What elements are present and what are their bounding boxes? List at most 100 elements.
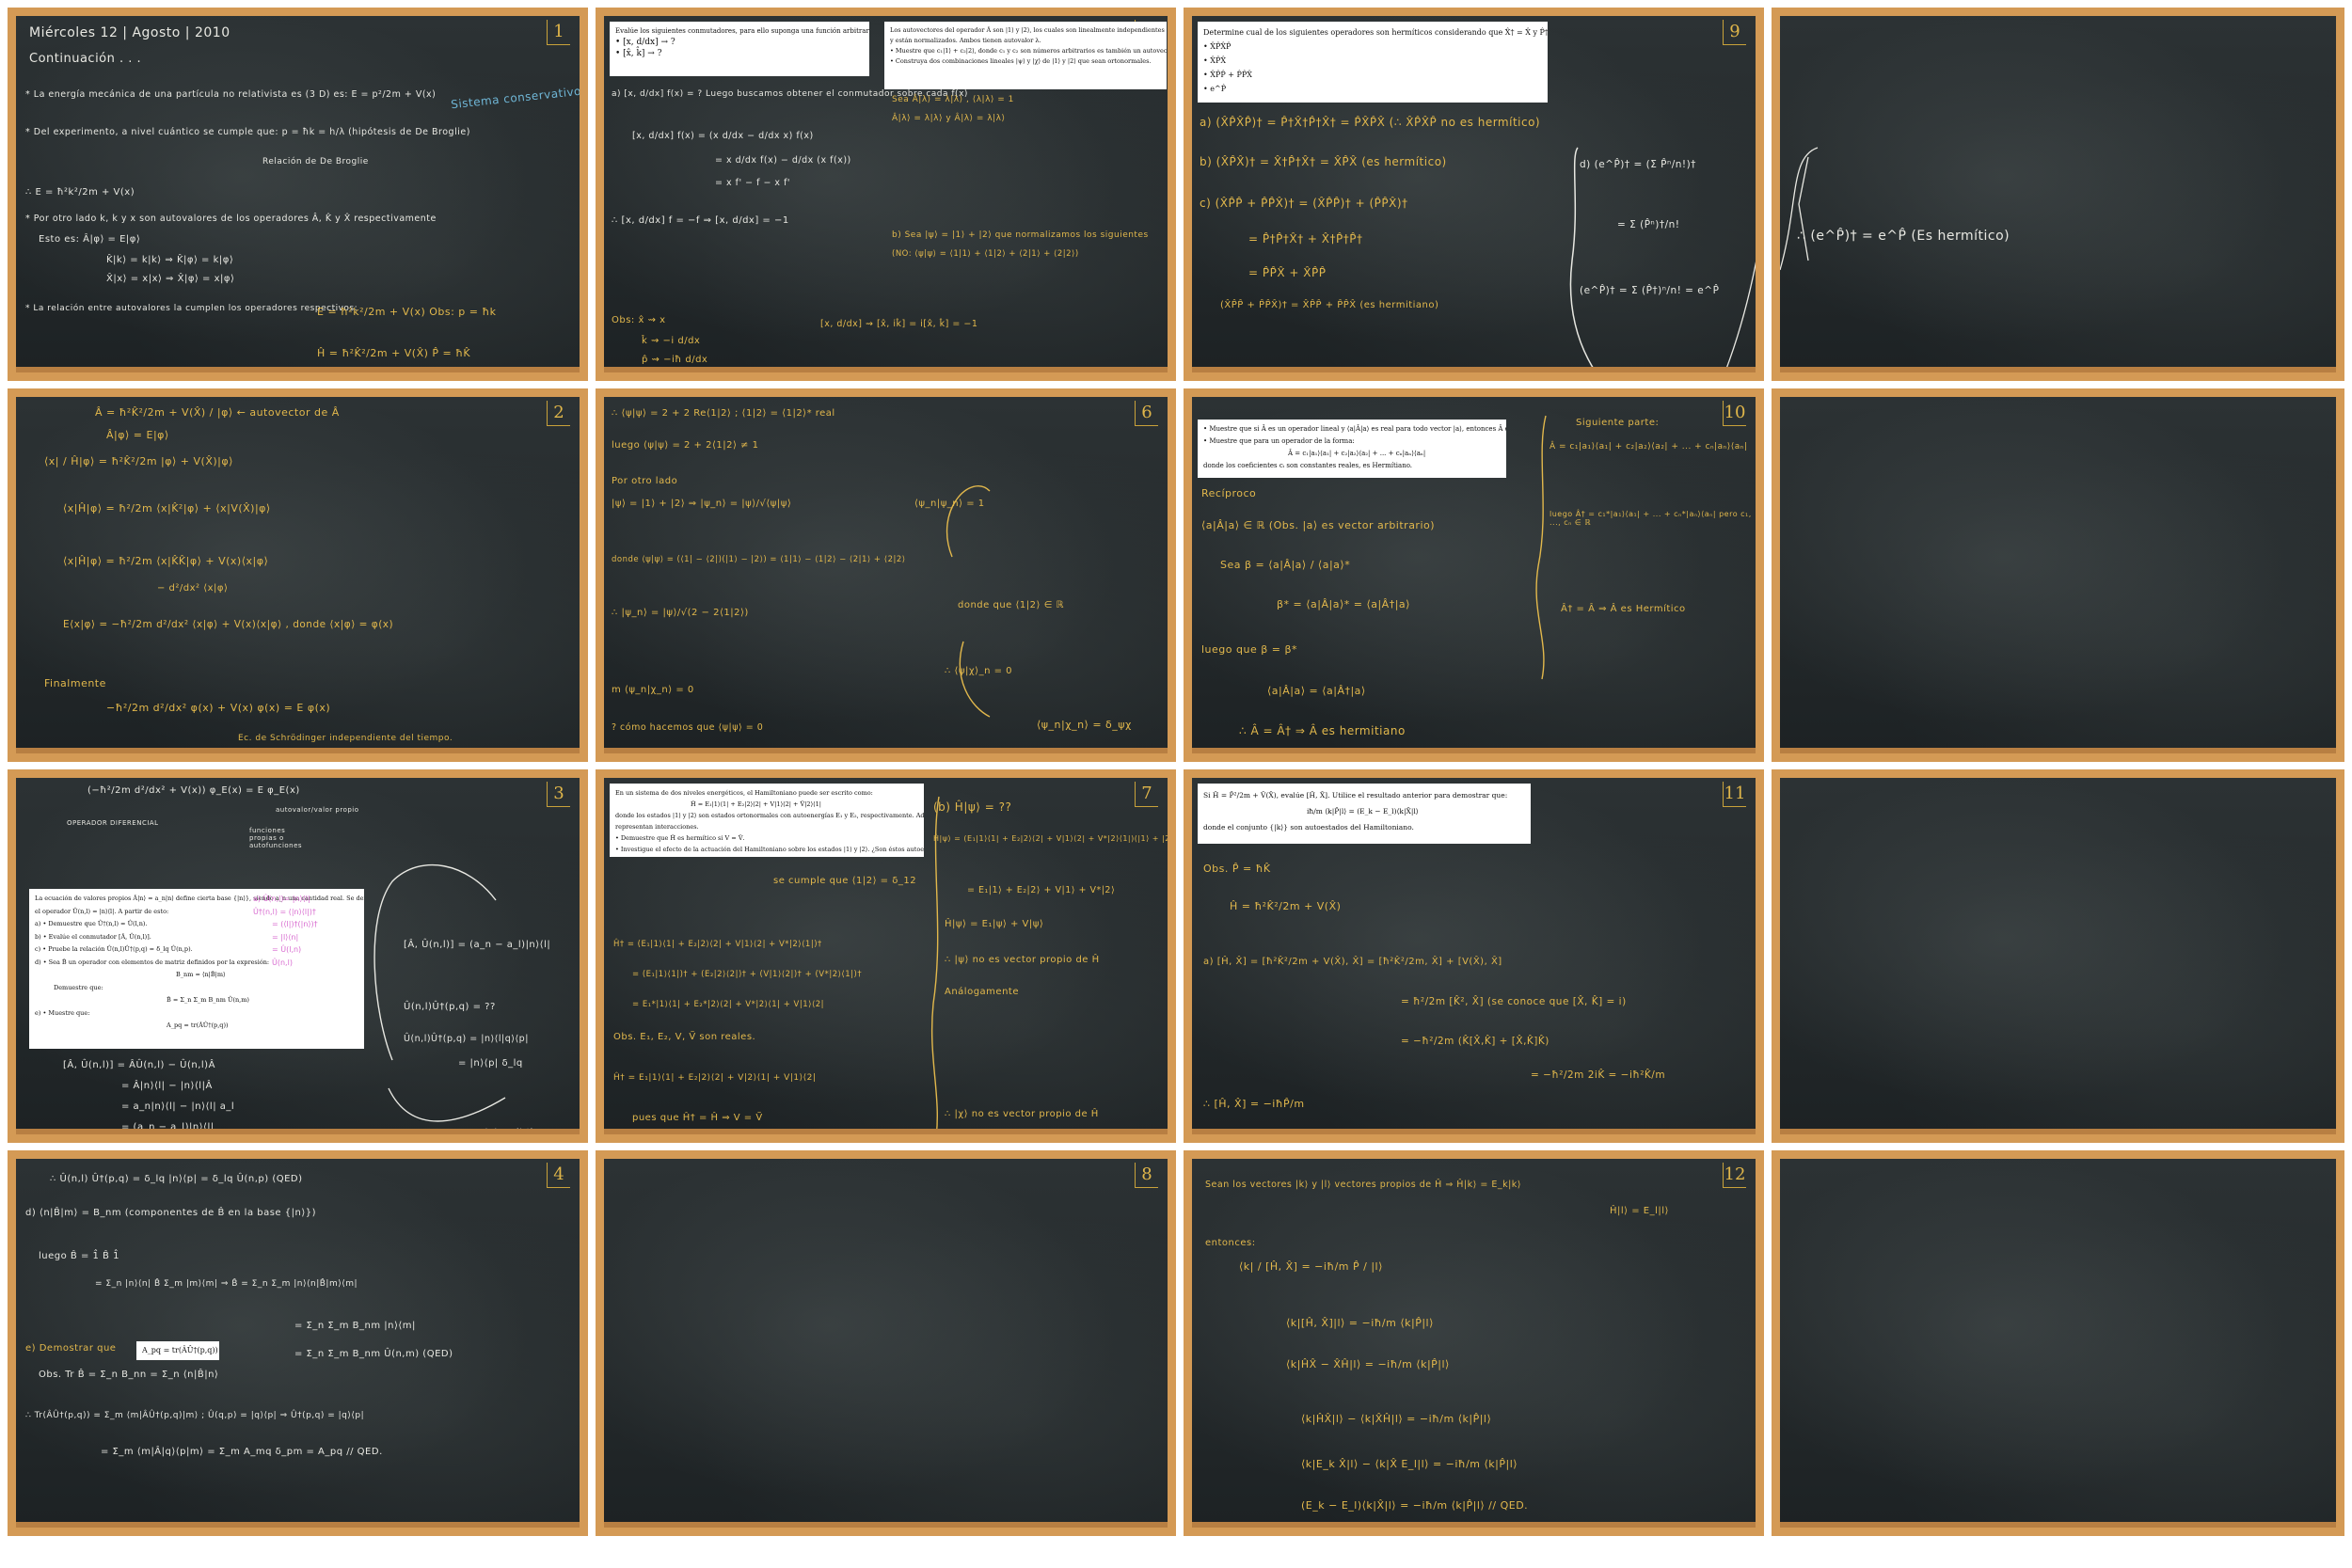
chalk-line: d) ⟨n|B̂|m⟩ = B_nm (componentes de B̂ en… <box>25 1208 316 1218</box>
exercise-text: Si Ĥ = P̂²/2m + V̂(X̂), evalúe [Ĥ, X̂]. … <box>1203 791 1508 800</box>
chalk-line: Obs. Tr B̂ = Σ_n B_nn = Σ_n ⟨n|B̂|n⟩ <box>39 1370 219 1380</box>
chalk-bracket <box>930 796 940 1134</box>
chalk-line: ⟨k|ĤX̂ − X̂Ĥ|l⟩ = −iħ/m ⟨k|P̂|l⟩ <box>1286 1358 1450 1370</box>
exercise-sheet: Evalúe los siguientes conmutadores, para… <box>610 22 869 76</box>
board-2: 2 Â = ħ²K̂²/2m + V(X̂) / |φ⟩ ← autovecto… <box>8 388 588 762</box>
chalk-line: Ĥ|l⟩ = E_l|l⟩ <box>1610 1206 1669 1216</box>
chalk-line: Obs. P̂ = ħK̂ <box>1203 863 1271 875</box>
chalk-arrow <box>373 863 506 1122</box>
board-number: 2 <box>547 401 570 426</box>
chalk-line: ∴ E = ħ²k²/2m + V(x) <box>25 187 135 198</box>
board-5: 5 Evalúe los siguientes conmutadores, pa… <box>596 8 1176 381</box>
board-3: 3 (−ħ²/2m d²/dx² + V(x)) φ_E(x) = E φ_E(… <box>8 769 588 1143</box>
board-number: 11 <box>1723 782 1746 807</box>
chalk-arrow <box>946 485 991 718</box>
chalk-line: * Del experimento, a nivel cuántico se c… <box>25 127 470 137</box>
board-15 <box>1772 769 2344 1143</box>
chalk-line: entonces: <box>1205 1238 1256 1248</box>
chalk-line: E⟨x|φ⟩ = −ħ²/2m d²/dx² ⟨x|φ⟩ + V(x)⟨x|φ⟩… <box>63 619 394 630</box>
board-4: 4 ∴ Û(n,l) Û†(p,q) = δ_lq |n⟩⟨p| = δ_lq … <box>8 1150 588 1536</box>
chalk-line: Ĥ = ħ²K̂²/2m + V(X̂) <box>1230 900 1342 912</box>
formula-text: A_pq = tr(ÂÛ†(p,q)) <box>142 1346 218 1354</box>
chalk-line: Miércoles 12 | Agosto | 2010 <box>29 25 230 40</box>
chalk-line: ∴ Tr(ÂÛ†(p,q)) = Σ_m ⟨m|ÂÛ†(p,q)|m⟩ ; Û(… <box>25 1411 365 1420</box>
chalk-line: Sistema conservativo <box>450 84 582 112</box>
exercise-text: Los autovectores del operador Â son |1⟩ … <box>890 26 1167 34</box>
chalk-line: Ec. de Schrödinger independiente del tie… <box>238 734 453 743</box>
exercise-text: y están normalizados. Ambos tienen autov… <box>890 37 1041 44</box>
exercise-text: • Construya dos combinaciones lineales |… <box>890 57 1152 65</box>
chalk-line: ∴ [x, d/dx] f = −f ⇒ [x, d/dx] = −1 <box>612 215 789 226</box>
chalk-line: a) [Ĥ, X̂] = [ħ²K̂²/2m + V(X̂), X̂] = [ħ… <box>1203 957 1502 967</box>
chalk-line: * La energía mecánica de una partícula n… <box>25 89 437 100</box>
board-8: 8 <box>596 1150 1176 1536</box>
chalk-line: = Σ_m ⟨m|Â|q⟩⟨p|m⟩ = Σ_m A_mq δ_pm = A_p… <box>101 1447 383 1457</box>
board-12: 12 Sean los vectores |k⟩ y |l⟩ vectores … <box>1184 1150 1764 1536</box>
exercise-text: • [x, d/dx] → ? <box>615 38 675 47</box>
chalk-bracket <box>1535 415 1547 680</box>
chalk-line: * La relación entre autovalores la cumpl… <box>25 304 358 313</box>
chalk-line: ∴ Û(n,l) Û†(p,q) = δ_lq |n⟩⟨p| = δ_lq Û(… <box>50 1174 303 1184</box>
chalk-line: ⟨k| / [Ĥ, X̂] = −iħ/m P̂ / |l⟩ <box>1239 1260 1383 1273</box>
chalk-line: (E_k − E_l)⟨k|X̂|l⟩ = −iħ/m ⟨k|P̂|l⟩ // … <box>1301 1499 1529 1512</box>
chalk-line: = x f' − f − x f' <box>715 178 791 188</box>
board-number: 8 <box>1135 1163 1158 1188</box>
chalk-line: pues que la base {|n⟩} es ortonormal <box>449 1128 588 1135</box>
chalk-line: = Σ_n Σ_m B_nm Û(n,m) (QED) <box>294 1349 453 1359</box>
board-16 <box>1772 1150 2344 1536</box>
chalk-line: ⟨x|Ĥ|φ⟩ = ħ²/2m ⟨x|K̂K̂|φ⟩ + V(x)⟨x|φ⟩ <box>63 555 269 567</box>
chalk-arrow <box>1780 147 1819 271</box>
chalk-line: Sea Â|λ⟩ = λ|λ⟩ , ⟨λ|λ⟩ = 1 <box>892 95 1014 104</box>
chalk-line: ⟨k|E_k X̂|l⟩ − ⟨k|X̂ E_l|l⟩ = −iħ/m ⟨k|P… <box>1301 1458 1518 1470</box>
chalk-line: − d²/dx² ⟨x|φ⟩ <box>157 583 229 594</box>
chalk-line: * Por otro lado k, k y x son autovalores… <box>25 214 437 224</box>
board-9: 9 Determine cual de los siguientes opera… <box>1184 8 1764 381</box>
chalk-line: e) Demostrar que <box>25 1343 117 1354</box>
chalk-line: = Σ_n Σ_m B_nm |n⟩⟨m| <box>294 1321 416 1331</box>
chalk-line: = −ħ²/2m (K̂[X̂,K̂] + [X̂,K̂]K̂) <box>1401 1036 1549 1047</box>
chalk-line: = ħ²/2m [K̂², X̂] (se conoce que [X̂, K̂… <box>1401 996 1627 1007</box>
exercise-text: donde el conjunto {|k⟩} son autoestados … <box>1203 823 1414 832</box>
board-6: 6 ∴ ⟨ψ|ψ⟩ = 2 + 2 Re⟨1|2⟩ ; ⟨1|2⟩ = ⟨1|2… <box>596 388 1176 762</box>
chalk-line: Finalmente <box>44 677 106 689</box>
chalk-line: Relación de De Broglie <box>262 157 369 166</box>
chalk-line: k̂ ⇝ −i d/dx <box>642 336 701 346</box>
board-number: 1 <box>547 20 570 45</box>
exercise-text: iħ/m ⟨k|P̂|l⟩ = (E_k − E_l)⟨k|X̂|l⟩ <box>1307 807 1419 816</box>
chalk-line: ⟨k|ĤX̂|l⟩ − ⟨k|X̂Ĥ|l⟩ = −iħ/m ⟨k|P̂|l⟩ <box>1301 1413 1492 1425</box>
board-13: ∴ (e^P̂)† = e^P̂ (Es hermítico) <box>1772 8 2344 381</box>
chalk-line: Â|φ⟩ = E|φ⟩ <box>106 429 169 441</box>
chalk-line: = x d/dx f(x) − d/dx (x f(x)) <box>715 155 851 166</box>
chalk-line: = −ħ²/2m 2iK̂ = −iħ²K̂/m <box>1531 1069 1666 1081</box>
board-number: 4 <box>547 1163 570 1188</box>
exercise-sheet: Si Ĥ = P̂²/2m + V̂(X̂), evalúe [Ĥ, X̂]. … <box>1198 784 1531 844</box>
chalk-line: Â = ħ²K̂²/2m + V(X̂) / |φ⟩ ← autovector … <box>95 406 340 419</box>
chalk-line: E = ħ²k²/2m + V(x) Obs: p = ħk <box>317 306 497 318</box>
chalk-line: luego B̂ = 1̂ B̂ 1̂ <box>39 1251 119 1261</box>
board-11: 11 Si Ĥ = P̂²/2m + V̂(X̂), evalúe [Ĥ, X̂… <box>1184 769 1764 1143</box>
chalk-line: b) Sea |ψ⟩ = |1⟩ + |2⟩ que normalizamos … <box>892 230 1149 240</box>
exercise-text: • [x̂, k̂] → ? <box>615 49 662 58</box>
chalk-line: −ħ²/2m d²/dx² φ(x) + V(x) φ(x) = E φ(x) <box>106 702 331 714</box>
chalk-line: ⟨x| / Ĥ|φ⟩ = ħ²K̂²/2m |φ⟩ + V(X̂)|φ⟩ <box>44 455 233 467</box>
chalk-line: ⟨x|Ĥ|φ⟩ = ħ²/2m ⟨x|K̂²|φ⟩ + ⟨x|V(X̂)|φ⟩ <box>63 502 271 515</box>
chalk-line: X̂|x⟩ = x|x⟩ ⇒ X̂|φ⟩ = x|φ⟩ <box>106 274 235 284</box>
chalk-line: K̂|k⟩ = k|k⟩ ⇒ K̂|φ⟩ = k|φ⟩ <box>106 255 234 265</box>
chalk-line: Ĥ = ħ²K̂²/2m + V(X̂) P̂ = ħK̂ <box>317 347 471 359</box>
chalk-line: ⟨k|[Ĥ, X̂]|l⟩ = −iħ/m ⟨k|P̂|l⟩ <box>1286 1317 1434 1329</box>
board-14 <box>1772 388 2344 762</box>
formula-label: A_pq = tr(ÂÛ†(p,q)) <box>136 1341 219 1360</box>
chalk-line: [x, d/dx] ⇝ [x̂, ik̂] = i[x̂, k̂] = −1 <box>820 319 978 329</box>
chalk-line: Obs: x̂ ⇝ x <box>612 315 666 325</box>
board-grid: 1 Miércoles 12 | Agosto | 2010 Continuac… <box>0 0 2352 1568</box>
board-10: 10 • Muestre que si Â es un operador lin… <box>1184 388 1764 762</box>
exercise-sheet: Los autovectores del operador Â son |1⟩ … <box>884 22 1167 89</box>
exercise-text: Evalúe los siguientes conmutadores, para… <box>615 27 869 35</box>
chalk-line: Continuación . . . <box>29 52 142 66</box>
board-1: 1 Miércoles 12 | Agosto | 2010 Continuac… <box>8 8 588 381</box>
chalk-line: [x, d/dx] f(x) = (x d/dx − d/dx x) f(x) <box>632 131 814 141</box>
chalk-line: Esto es: Â|φ⟩ = E|φ⟩ <box>39 234 141 245</box>
chalk-line: Â|λ⟩ = λ|λ⟩ y Â|λ⟩ = λ|λ⟩ <box>892 114 1006 123</box>
board-number: 12 <box>1723 1163 1746 1188</box>
exercise-text: • Muestre que c₁|1⟩ + c₂|2⟩, donde c₁ y … <box>890 47 1167 55</box>
